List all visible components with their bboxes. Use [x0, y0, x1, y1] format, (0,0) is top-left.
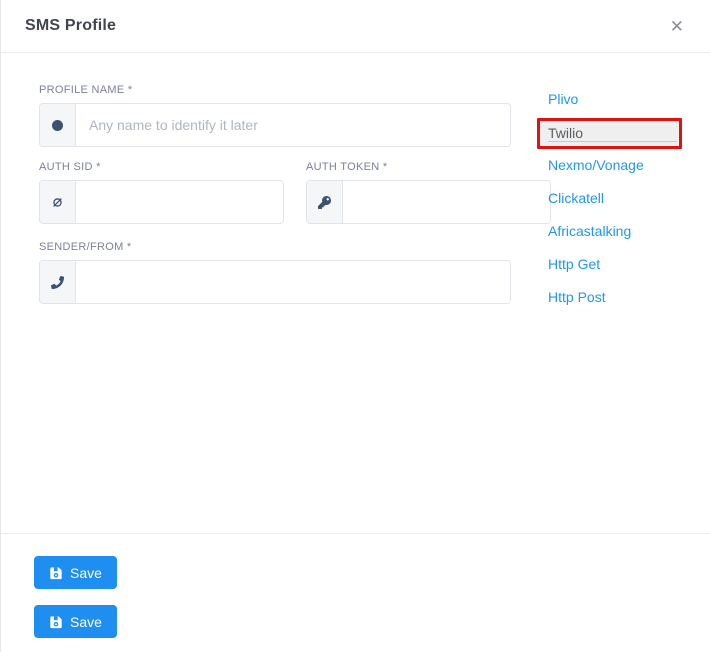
- sender-from-input[interactable]: [76, 261, 510, 303]
- modal-title: SMS Profile: [25, 17, 116, 35]
- provider-nav: Plivo Twilio Nexmo/Vonage Clickatell Afr…: [537, 84, 682, 315]
- auth-row: AUTH SID * AUTH TOKEN *: [39, 161, 511, 224]
- floppy-icon: [49, 566, 63, 580]
- auth-token-input-group: [306, 180, 551, 224]
- auth-sid-input-group: [39, 180, 284, 224]
- save-button-label: Save: [70, 614, 102, 630]
- provider-link-nexmo-vonage[interactable]: Nexmo/Vonage: [537, 150, 682, 183]
- active-underline: [548, 141, 677, 142]
- field-auth-token: AUTH TOKEN *: [306, 161, 551, 224]
- sender-from-label: SENDER/FROM *: [39, 241, 511, 253]
- save-button-secondary[interactable]: Save: [34, 605, 117, 638]
- modal-body: PROFILE NAME * AUTH SID *: [1, 53, 710, 315]
- provider-link-twilio[interactable]: Twilio: [537, 118, 682, 149]
- auth-token-label: AUTH TOKEN *: [306, 161, 551, 173]
- field-sender-from: SENDER/FROM *: [39, 241, 511, 304]
- modal-footer: Save Save: [1, 533, 710, 652]
- floppy-icon: [49, 615, 63, 629]
- sms-profile-modal: SMS Profile ✕ PROFILE NAME * AUTH SID *: [0, 0, 710, 652]
- close-icon: ✕: [670, 17, 684, 36]
- provider-link-http-get[interactable]: Http Get: [537, 249, 682, 282]
- auth-sid-input[interactable]: [76, 181, 283, 223]
- field-auth-sid: AUTH SID *: [39, 161, 284, 224]
- provider-link-clickatell[interactable]: Clickatell: [537, 183, 682, 216]
- profile-name-input-group: [39, 103, 511, 147]
- circle-icon: [40, 104, 76, 146]
- profile-name-input[interactable]: [76, 104, 510, 146]
- save-button-wrap-2: Save: [34, 605, 677, 638]
- provider-link-africastalking[interactable]: Africastalking: [537, 216, 682, 249]
- close-button[interactable]: ✕: [666, 14, 688, 39]
- modal-header: SMS Profile ✕: [1, 0, 710, 53]
- slashed-circle-icon: [40, 181, 76, 223]
- save-button-wrap-1: Save: [34, 556, 677, 589]
- auth-token-input[interactable]: [343, 181, 550, 223]
- provider-link-http-post[interactable]: Http Post: [537, 282, 682, 315]
- key-icon: [307, 181, 343, 223]
- save-button-label: Save: [70, 565, 102, 581]
- sender-from-input-group: [39, 260, 511, 304]
- save-button[interactable]: Save: [34, 556, 117, 589]
- phone-icon: [40, 261, 76, 303]
- auth-sid-label: AUTH SID *: [39, 161, 284, 173]
- provider-link-plivo[interactable]: Plivo: [537, 84, 682, 117]
- profile-name-label: PROFILE NAME *: [39, 84, 511, 96]
- sms-profile-form: PROFILE NAME * AUTH SID *: [39, 84, 511, 315]
- provider-link-twilio-label: Twilio: [548, 125, 583, 141]
- field-profile-name: PROFILE NAME *: [39, 84, 511, 147]
